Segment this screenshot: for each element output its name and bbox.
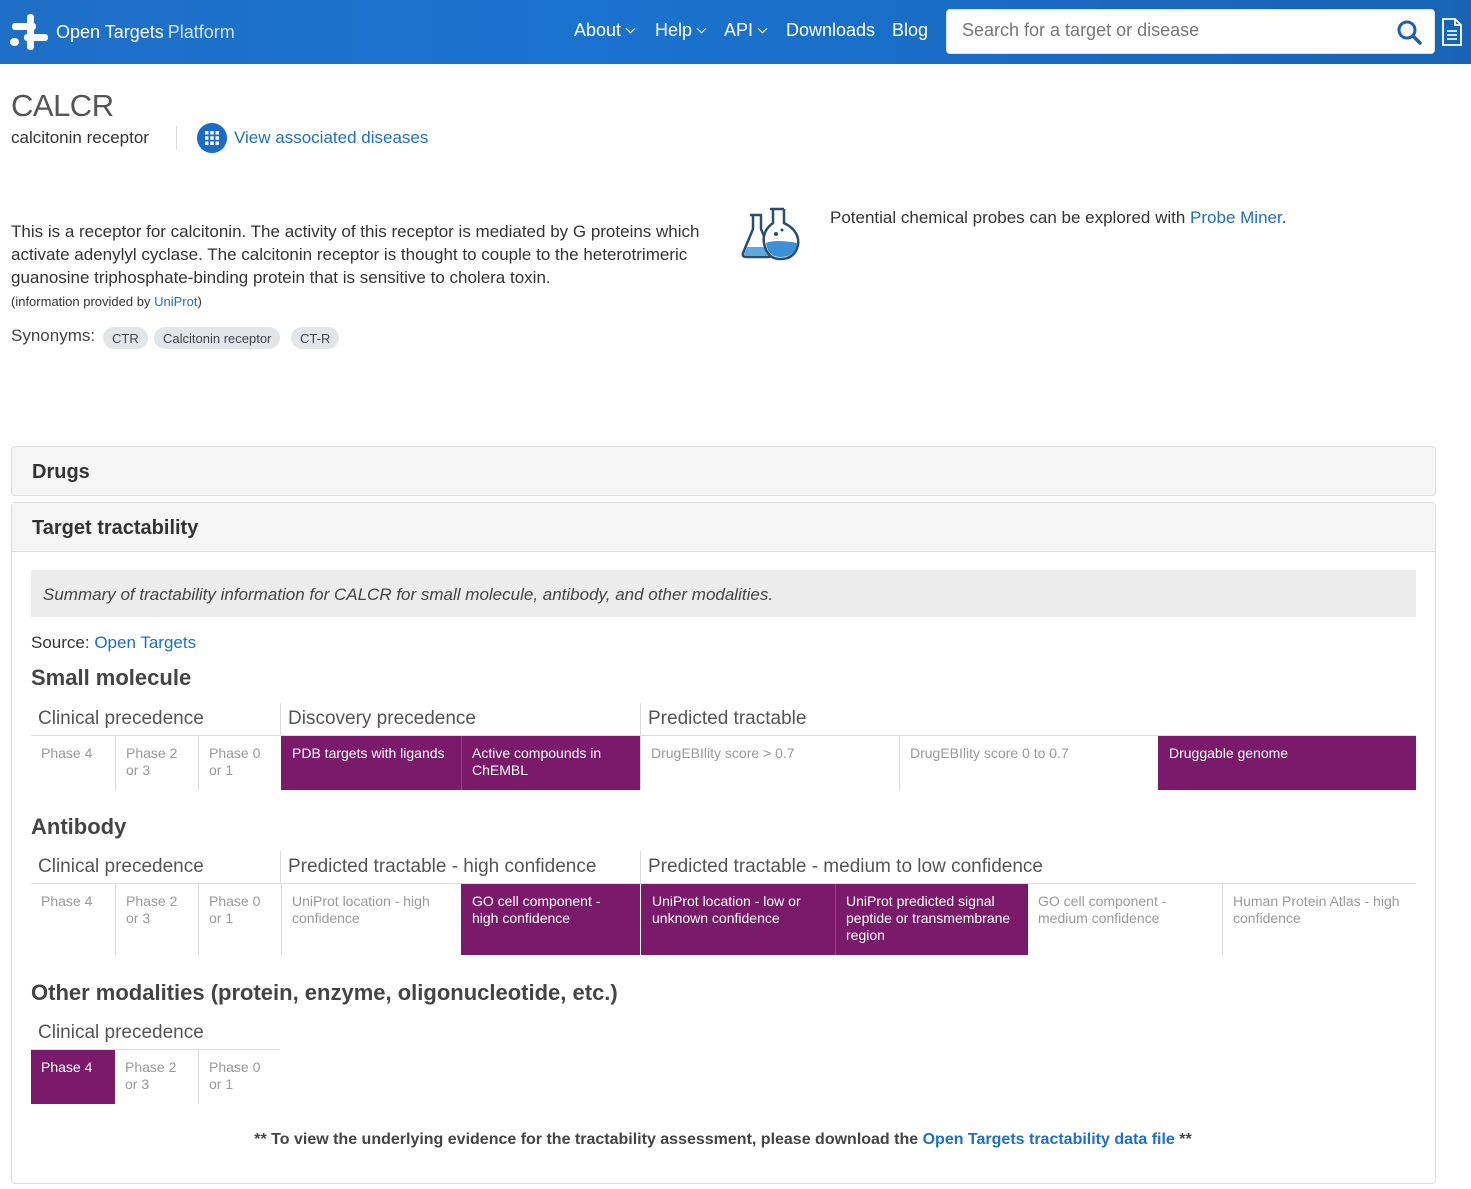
om-cell-phase2-3: Phase 2 or 3 bbox=[125, 1059, 177, 1092]
other-modalities-heading: Other modalities (protein, enzyme, oligo… bbox=[31, 980, 618, 1005]
search-icon[interactable] bbox=[1396, 19, 1422, 45]
brand-suffix: Platform bbox=[167, 21, 235, 42]
chevron-down-icon bbox=[696, 23, 707, 34]
tractability-data-file-link[interactable]: Open Targets tractability data file bbox=[923, 1131, 1175, 1148]
divider bbox=[640, 703, 641, 735]
source-label: Source: bbox=[31, 633, 90, 652]
sm-cell-pdb-targets: PDB targets with ligands bbox=[281, 736, 461, 790]
ab-cell-uniprot-high: UniProt location - high confidence bbox=[281, 884, 461, 955]
group-clinical-precedence: Clinical precedence bbox=[38, 708, 204, 729]
open-targets-source-link[interactable]: Open Targets bbox=[94, 633, 196, 652]
tractability-summary: Summary of tractability information for … bbox=[31, 570, 1416, 617]
sm-cell-phase0-1: Phase 0 or 1 bbox=[198, 736, 281, 790]
ab-cell-uniprot-low: UniProt location - low or unknown confid… bbox=[641, 884, 835, 955]
ab-cell-phase2-3: Phase 2 or 3 bbox=[115, 884, 198, 955]
footer-suffix: ** bbox=[1174, 1131, 1192, 1148]
tractability-section-title: Target tractability bbox=[32, 517, 199, 539]
nav-about-label: About bbox=[574, 20, 622, 40]
group-predicted-tractable: Predicted tractable bbox=[648, 708, 807, 729]
probe-miner-link[interactable]: Probe Miner bbox=[1190, 208, 1282, 227]
nav-about[interactable]: About bbox=[574, 20, 636, 41]
nav-downloads-label: Downloads bbox=[786, 20, 876, 40]
nav-downloads[interactable]: Downloads bbox=[786, 20, 875, 41]
info-suffix: ) bbox=[197, 294, 202, 309]
drugs-section-header[interactable]: Drugs bbox=[11, 446, 1436, 496]
group-clinical-precedence: Clinical precedence bbox=[38, 856, 204, 877]
sm-cell-drugebility-high: DrugEBIlity score > 0.7 bbox=[640, 736, 899, 790]
brand-name: Open Targets bbox=[56, 21, 164, 42]
probe-prefix: Potential chemical probes can be explore… bbox=[830, 208, 1191, 227]
info-prefix: (information provided by bbox=[11, 294, 155, 309]
om-cell-phase4: Phase 4 bbox=[31, 1050, 115, 1104]
grid-icon bbox=[197, 123, 227, 153]
antibody-heading: Antibody bbox=[31, 814, 127, 839]
group-clinical-precedence: Clinical precedence bbox=[38, 1022, 204, 1043]
divider bbox=[280, 703, 281, 735]
tractability-footer-note: ** To view the underlying evidence for t… bbox=[0, 1131, 1446, 1149]
ab-cell-go-medium: GO cell component - medium confidence bbox=[1038, 893, 1167, 926]
source-line: Source: Open Targets bbox=[31, 633, 196, 653]
nav-help-label: Help bbox=[655, 20, 693, 40]
page-title: CALCR bbox=[11, 88, 114, 123]
chemical-flask-icon bbox=[741, 207, 800, 261]
footer-prefix: ** To view the underlying evidence for t… bbox=[254, 1131, 923, 1148]
nav-api[interactable]: API bbox=[724, 20, 768, 41]
info-source: (information provided by UniProt) bbox=[11, 294, 202, 309]
sm-cell-active-compounds: Active compounds in ChEMBL bbox=[461, 736, 640, 790]
sm-cell-phase4: Phase 4 bbox=[41, 745, 93, 761]
synonym-chip: CTR bbox=[103, 327, 148, 349]
ab-cell-phase0-1: Phase 0 or 1 bbox=[198, 884, 281, 955]
group-predicted-medium-low: Predicted tractable - medium to low conf… bbox=[648, 856, 1043, 877]
small-molecule-heading: Small molecule bbox=[31, 665, 192, 690]
view-associated-diseases-label: View associated diseases bbox=[234, 128, 429, 147]
top-navbar: Open Targets Platform About Help API Down… bbox=[0, 0, 1471, 64]
ab-cell-hpa-high: Human Protein Atlas - high confidence bbox=[1222, 884, 1416, 955]
chevron-down-icon bbox=[757, 23, 768, 34]
om-cell-phase0-1: Phase 0 or 1 bbox=[198, 1050, 281, 1104]
chevron-down-icon bbox=[625, 23, 636, 34]
sm-cell-drugebility-mid: DrugEBIlity score 0 to 0.7 bbox=[899, 736, 1158, 790]
search-input[interactable] bbox=[962, 20, 1382, 41]
target-name: calcitonin receptor bbox=[11, 128, 149, 147]
search-box bbox=[946, 9, 1435, 54]
document-icon[interactable] bbox=[1441, 18, 1463, 46]
synonyms-label: Synonyms: bbox=[11, 326, 96, 345]
probe-text: Potential chemical probes can be explore… bbox=[830, 208, 1286, 228]
open-targets-logo-icon bbox=[10, 12, 50, 52]
group-discovery-precedence: Discovery precedence bbox=[288, 708, 476, 729]
divider bbox=[280, 851, 281, 883]
divider bbox=[176, 126, 177, 150]
uniprot-link[interactable]: UniProt bbox=[154, 294, 197, 309]
sm-cell-druggable-genome: Druggable genome bbox=[1158, 736, 1416, 790]
group-predicted-high: Predicted tractable - high confidence bbox=[288, 856, 597, 877]
sm-cell-phase2-3: Phase 2 or 3 bbox=[115, 736, 198, 790]
tractability-section-header[interactable]: Target tractability bbox=[12, 503, 1435, 552]
synonym-chip: CT-R bbox=[291, 327, 340, 349]
ab-cell-signal-peptide: UniProt predicted signal peptide or tran… bbox=[835, 884, 1028, 955]
ab-cell-phase4: Phase 4 bbox=[41, 893, 93, 909]
brand-logo-link[interactable]: Open Targets Platform bbox=[10, 12, 235, 52]
divider bbox=[640, 851, 641, 883]
nav-api-label: API bbox=[724, 20, 754, 40]
synonym-chip: Calcitonin receptor bbox=[154, 327, 281, 349]
target-description: This is a receptor for calcitonin. The a… bbox=[11, 222, 700, 287]
nav-blog[interactable]: Blog bbox=[892, 20, 928, 41]
nav-blog-label: Blog bbox=[892, 20, 929, 40]
nav-help[interactable]: Help bbox=[655, 20, 707, 41]
ab-cell-go-high: GO cell component - high confidence bbox=[461, 884, 640, 955]
drugs-section-title: Drugs bbox=[32, 461, 90, 483]
probe-suffix: . bbox=[1281, 208, 1287, 227]
view-associated-diseases-link[interactable]: View associated diseases bbox=[197, 123, 428, 153]
